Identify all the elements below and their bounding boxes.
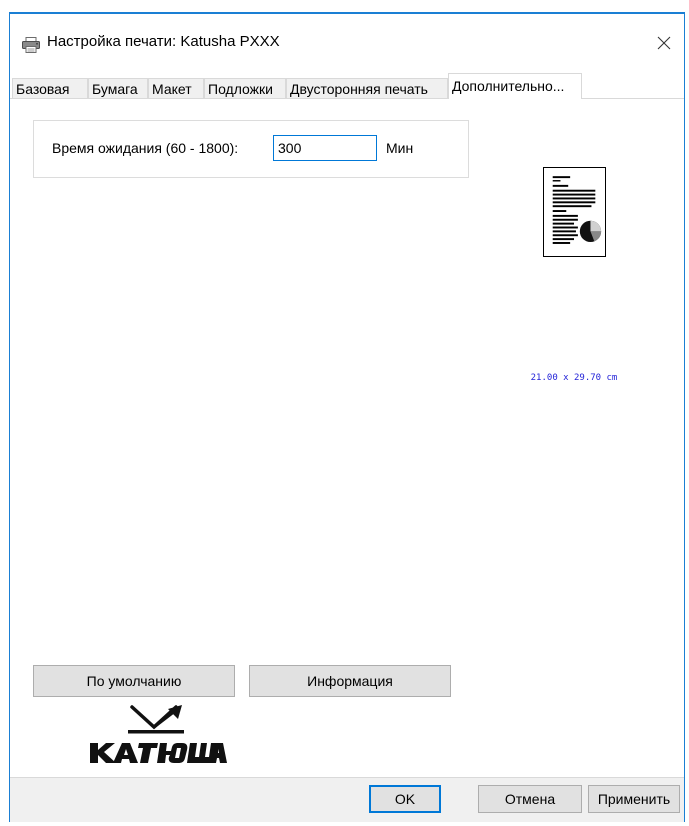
tab-advanced[interactable]: Дополнительно... (448, 73, 582, 99)
tab-basic-label: Базовая (16, 81, 70, 97)
ok-button[interactable]: OK (369, 785, 441, 813)
cancel-button[interactable]: Отмена (478, 785, 582, 813)
paper-size-label: 21.00 x 29.70 cm (530, 373, 618, 383)
tab-paper[interactable]: Бумага (88, 78, 148, 98)
close-button[interactable] (648, 27, 680, 59)
tab-layout[interactable]: Макет (148, 78, 204, 98)
close-icon (657, 36, 671, 50)
tab-duplex-label: Двусторонняя печать (290, 81, 428, 97)
tab-paper-label: Бумага (92, 81, 138, 97)
title-bar: Настройка печати: Katusha PXXX (10, 14, 684, 72)
defaults-button[interactable]: По умолчанию (33, 665, 235, 697)
tab-strip: Базовая Бумага Макет Подложки Двусторонн… (10, 72, 684, 99)
dialog-footer: OK Отмена Применить (10, 778, 684, 822)
timeout-unit: Мин (386, 140, 414, 156)
tab-watermarks[interactable]: Подложки (204, 78, 286, 98)
timeout-group: Время ожидания (60 - 1800): Мин (33, 120, 469, 178)
page-preview-image (543, 167, 606, 257)
tab-watermarks-label: Подложки (208, 81, 273, 97)
katusha-logo (90, 705, 227, 763)
timeout-label: Время ожидания (60 - 1800): (52, 140, 239, 156)
tab-layout-label: Макет (152, 81, 192, 97)
printer-icon (22, 37, 40, 53)
apply-button[interactable]: Применить (588, 785, 680, 813)
window-title: Настройка печати: Katusha PXXX (47, 33, 280, 50)
tab-duplex[interactable]: Двусторонняя печать (286, 78, 448, 98)
info-button[interactable]: Информация (249, 665, 451, 697)
timeout-input[interactable] (273, 135, 377, 161)
tab-advanced-label: Дополнительно... (452, 78, 565, 94)
tab-panel-advanced: Время ожидания (60 - 1800): Мин (10, 98, 684, 778)
tab-basic[interactable]: Базовая (12, 78, 88, 98)
print-settings-dialog: Настройка печати: Katusha PXXX Базовая Б… (9, 12, 685, 822)
